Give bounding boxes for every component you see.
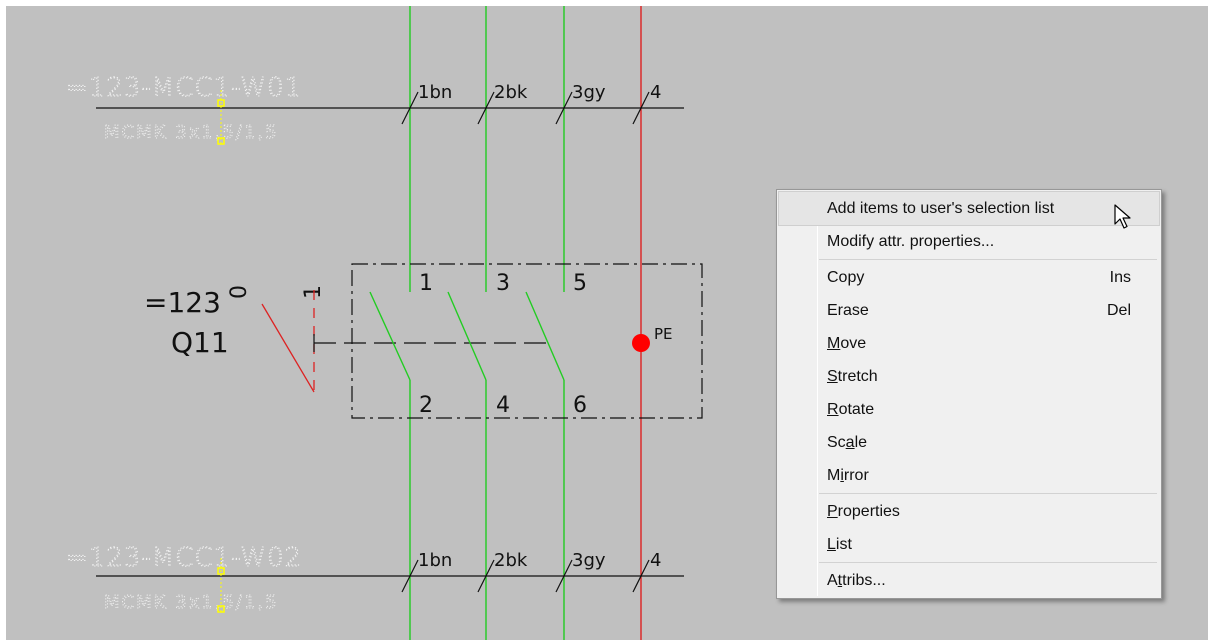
- menu-item-copy[interactable]: Copy Ins: [779, 261, 1159, 294]
- menu-item-modify-attr-properties[interactable]: Modify attr. properties...: [779, 225, 1159, 258]
- menu-separator: [819, 562, 1157, 563]
- conductor-label: 2bk: [494, 82, 528, 103]
- menu-item-label: Attribs...: [827, 572, 886, 589]
- menu-separator: [819, 259, 1157, 260]
- menu-item-stretch[interactable]: Stretch: [779, 360, 1159, 393]
- conductor-label: 4: [650, 82, 661, 103]
- menu-item-mirror[interactable]: Mirror: [779, 459, 1159, 492]
- cable-w02-tag: =123-MCC1-W02: [66, 543, 302, 573]
- menu-item-erase[interactable]: Erase Del: [779, 294, 1159, 327]
- conductor-label: 2bk: [494, 550, 528, 571]
- pe-dot-icon[interactable]: [632, 334, 650, 352]
- menu-separator: [819, 493, 1157, 494]
- switch-q11[interactable]: =123 Q11 0 1 1 3 5 2 4 6 PE: [144, 263, 703, 419]
- function-label: =123: [144, 286, 221, 319]
- terminal-label: 3: [496, 271, 510, 296]
- menu-item-rotate[interactable]: Rotate: [779, 393, 1159, 426]
- menu-item-label: Mirror: [827, 467, 869, 484]
- terminal-label: 2: [419, 393, 433, 418]
- menu-item-move[interactable]: Move: [779, 327, 1159, 360]
- menu-item-label: Scale: [827, 434, 868, 451]
- conductor-label: 4: [650, 550, 661, 571]
- menu-item-shortcut: Del: [1106, 302, 1131, 319]
- conductor-label: 3gy: [572, 550, 606, 571]
- pe-label: PE: [654, 325, 673, 343]
- menu-item-label: Properties: [827, 503, 900, 520]
- menu-item-label: Copy: [827, 269, 865, 286]
- menu-item-add-to-selection-list[interactable]: Add items to user's selection list: [778, 191, 1160, 226]
- position-off-label: 0: [227, 285, 252, 299]
- menu-item-label: Add items to user's selection list: [827, 200, 1055, 217]
- menu-item-scale[interactable]: Scale: [779, 426, 1159, 459]
- conductor-label: 1bn: [418, 550, 452, 571]
- terminal-label: 5: [573, 271, 587, 296]
- terminal-label: 6: [573, 393, 587, 418]
- mouse-cursor-icon: [1114, 204, 1131, 229]
- menu-item-label: Stretch: [827, 368, 878, 385]
- cable-w02[interactable]: =123-MCC1-W02 MCMK 3x1,5/1,5 1bn 2bk 3gy…: [65, 542, 684, 614]
- cable-w01-tag: =123-MCC1-W01: [66, 73, 302, 103]
- menu-item-shortcut: Ins: [1109, 269, 1131, 286]
- menu-item-label: Move: [827, 335, 867, 352]
- terminal-label: 4: [496, 393, 510, 418]
- conductor-label: 3gy: [572, 82, 606, 103]
- terminal-label: 1: [419, 271, 433, 296]
- menu-item-label: Rotate: [827, 401, 875, 418]
- conductor-label: 1bn: [418, 82, 452, 103]
- menu-item-list[interactable]: List: [779, 528, 1159, 561]
- context-menu: Add items to user's selection list Modif…: [776, 189, 1162, 599]
- cable-w01-type: MCMK 3x1,5/1,5: [104, 122, 279, 143]
- menu-item-label: List: [827, 536, 852, 553]
- menu-item-attribs[interactable]: Attribs...: [779, 564, 1159, 597]
- device-label: Q11: [171, 326, 229, 359]
- menu-item-properties[interactable]: Properties: [779, 495, 1159, 528]
- cable-w02-type: MCMK 3x1,5/1,5: [104, 592, 279, 613]
- menu-item-label: Erase: [827, 302, 869, 319]
- cable-w01[interactable]: =123-MCC1-W01 MCMK 3x1,5/1,5 1bn 2bk 3gy…: [65, 72, 684, 146]
- menu-item-label: Modify attr. properties...: [827, 233, 995, 250]
